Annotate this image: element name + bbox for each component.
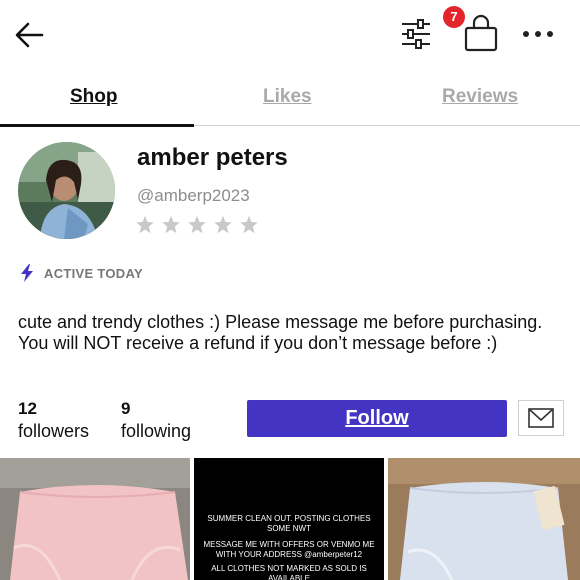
follow-button[interactable]: Follow <box>247 400 507 437</box>
announcement-line: ALL CLOTHES NOT MARKED AS SOLD IS AVAILA… <box>211 564 367 580</box>
followers-count: 12 <box>18 399 37 418</box>
lightning-bolt-icon <box>21 264 33 282</box>
listing-grid: SUMMER CLEAN OUT. POSTING CLOTHES SOME N… <box>0 458 580 580</box>
listing-tile[interactable] <box>388 458 580 580</box>
listing-photo <box>0 458 190 580</box>
following-stat[interactable]: 9 following <box>121 398 191 442</box>
top-bar: 7 <box>0 0 580 70</box>
avatar-photo <box>18 142 115 239</box>
active-tab-indicator <box>0 124 194 127</box>
star-icon <box>188 215 206 234</box>
tab-reviews[interactable]: Reviews <box>442 86 518 108</box>
tab-likes[interactable]: Likes <box>263 86 312 108</box>
tab-shop[interactable]: Shop <box>70 86 118 108</box>
following-label: following <box>121 421 192 441</box>
active-status: ACTIVE TODAY <box>20 264 143 282</box>
shopping-bag-button[interactable] <box>460 12 504 56</box>
listing-photo <box>388 458 580 580</box>
announcement-line: MESSAGE ME WITH OFFERS OR VENMO ME WITH … <box>203 540 375 559</box>
active-status-text: ACTIVE TODAY <box>44 265 143 281</box>
more-dots-icon <box>523 31 553 37</box>
profile-name: amber peters <box>137 144 288 171</box>
cart-count-badge: 7 <box>443 6 465 28</box>
rating-stars[interactable] <box>134 214 260 236</box>
star-icon <box>162 215 180 234</box>
envelope-icon <box>528 408 554 428</box>
following-count: 9 <box>121 399 131 418</box>
message-button[interactable] <box>518 400 564 436</box>
star-icon <box>214 215 232 234</box>
star-icon <box>240 215 258 234</box>
listing-tile[interactable] <box>0 458 190 580</box>
followers-label: followers <box>18 421 90 441</box>
profile-tabs: Shop Likes Reviews <box>0 76 580 127</box>
back-button[interactable] <box>12 18 48 52</box>
arrow-left-icon <box>15 22 44 48</box>
more-options-button[interactable] <box>520 20 556 48</box>
profile-handle: @amberp2023 <box>137 186 250 205</box>
profile-bio: cute and trendy clothes :) Please messag… <box>18 312 543 353</box>
shopping-bag-icon <box>464 14 498 52</box>
star-icon <box>136 215 154 234</box>
announcement-line: SUMMER CLEAN OUT. POSTING CLOTHES SOME N… <box>207 514 371 533</box>
avatar[interactable] <box>18 142 115 239</box>
sliders-icon <box>402 19 430 49</box>
listing-tile[interactable]: SUMMER CLEAN OUT. POSTING CLOTHES SOME N… <box>194 458 384 580</box>
filter-button[interactable] <box>398 16 434 52</box>
followers-stat[interactable]: 12 followers <box>18 398 89 442</box>
